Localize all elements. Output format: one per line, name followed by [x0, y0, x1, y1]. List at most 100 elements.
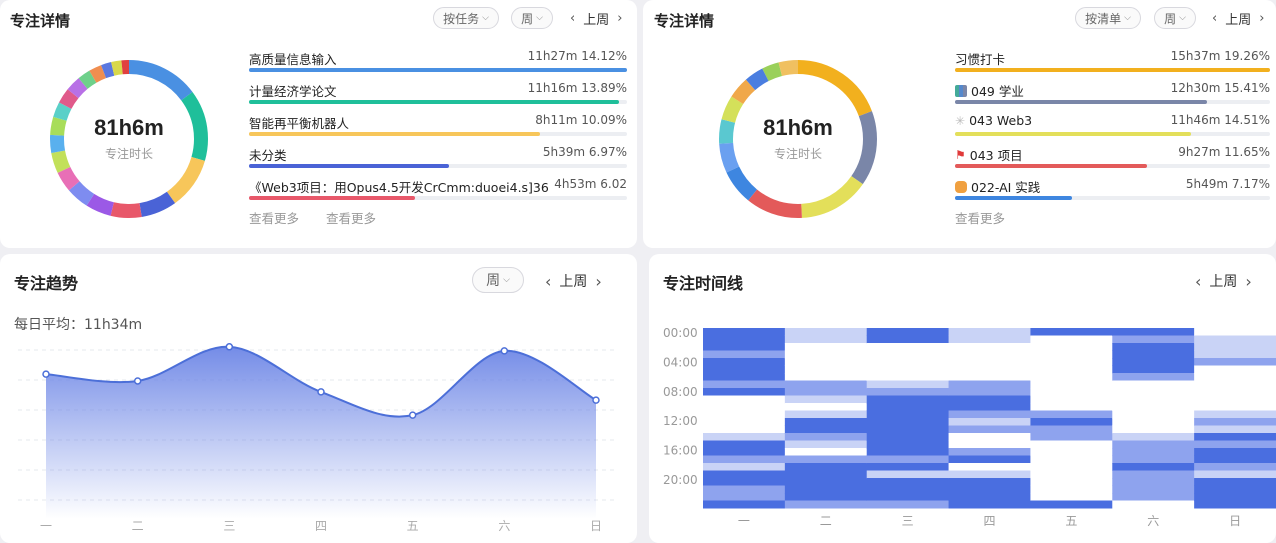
- list-item[interactable]: 高质量信息输入 11h27m 14.12%: [249, 49, 627, 81]
- timeline-cell: [866, 418, 950, 426]
- timeline-cell: [866, 388, 950, 396]
- timeline-cell: [1194, 463, 1276, 471]
- x-tick-label: 四: [983, 514, 995, 528]
- timeline-cell: [866, 470, 950, 479]
- chevron-right-icon[interactable]: ›: [617, 11, 622, 26]
- timeline-cell: [948, 418, 1031, 426]
- group-by-task-dropdown[interactable]: 按任务 ⌵: [433, 7, 499, 29]
- list-item[interactable]: ✳ 043 Web3 11h46m 14.51%: [955, 113, 1270, 145]
- timeline-cell: [948, 343, 1031, 351]
- timeline-cell: [784, 395, 868, 404]
- x-tick-label: 二: [820, 514, 832, 528]
- view-more-link[interactable]: 查看更多: [249, 208, 299, 227]
- timeline-cell: [1112, 365, 1195, 374]
- timeline-cell: [1194, 470, 1276, 479]
- timeline-cell: [703, 365, 786, 374]
- list-item[interactable]: 计量经济学论文 11h16m 13.89%: [249, 81, 627, 113]
- list-item[interactable]: 习惯打卡 15h37m 19.26%: [955, 49, 1270, 81]
- view-more-link[interactable]: 查看更多: [955, 208, 1005, 227]
- timeline-cell: [703, 463, 786, 471]
- progress-track: [249, 68, 627, 72]
- item-stat: 4h53m 6.02: [550, 177, 627, 191]
- timeline-cell: [866, 425, 950, 434]
- timeline-cell: [784, 500, 868, 509]
- timeline-cell: [703, 328, 786, 336]
- timeline-cell: [866, 478, 950, 486]
- timeline-cell: [1112, 418, 1195, 426]
- timeline-cell: [703, 470, 786, 479]
- timeline-cell: [866, 343, 950, 351]
- timeline-cell: [703, 478, 786, 486]
- item-stat: 9h27m 11.65%: [1178, 145, 1270, 159]
- flag-icon: ⚑: [955, 147, 966, 162]
- timeline-cell: [1194, 373, 1276, 381]
- sparkle-icon: ✳: [955, 113, 966, 128]
- chevron-left-icon[interactable]: ‹: [570, 11, 575, 26]
- period-nav: ‹ 上周 ›: [1212, 9, 1264, 28]
- x-tick-label: 一: [40, 519, 52, 533]
- trend-point[interactable]: [408, 411, 417, 419]
- progress-fill: [249, 164, 450, 168]
- timeline-cell: [948, 463, 1031, 471]
- list-item[interactable]: 智能再平衡机器人 8h11m 10.09%: [249, 113, 627, 145]
- list-item[interactable]: 《Web3项目：用Opus4.5开发CrCmm:duoei4.s]3635...…: [249, 177, 627, 209]
- group-by-list-dropdown[interactable]: 按清单 ⌵: [1075, 7, 1141, 29]
- timeline-cell: [1112, 358, 1195, 366]
- timeline-cell: [1194, 425, 1276, 434]
- donut-center: 81h6m 专注时长: [44, 115, 214, 162]
- timeline-cell: [948, 425, 1031, 434]
- period-dropdown[interactable]: 周 ⌵: [511, 7, 553, 29]
- timeline-cell: [1030, 478, 1113, 486]
- timeline-cell: [866, 463, 950, 471]
- timeline-cell: [784, 380, 868, 389]
- dropdown-label: 周: [1164, 11, 1177, 26]
- timeline-cell: [1194, 455, 1276, 464]
- timeline-cell: [1194, 350, 1276, 359]
- timeline-cell: [1112, 463, 1195, 471]
- progress-fill: [955, 68, 1270, 72]
- list-item[interactable]: ⚑ 043 项目 9h27m 11.65%: [955, 145, 1270, 177]
- item-stat: 8h11m 10.09%: [535, 113, 627, 127]
- timeline-cell: [784, 328, 868, 336]
- dropdown-label: 周: [521, 11, 534, 26]
- timeline-cell: [948, 365, 1031, 374]
- timeline-cell: [703, 335, 786, 344]
- x-tick-label: 日: [590, 519, 602, 533]
- trend-point[interactable]: [225, 343, 234, 351]
- trend-point[interactable]: [592, 396, 600, 404]
- chevron-left-icon[interactable]: ‹: [1212, 11, 1217, 26]
- y-tick-label: 20:00: [663, 473, 698, 487]
- timeline-cell: [1030, 433, 1113, 441]
- list-item[interactable]: 022-AI 实践 5h49m 7.17%: [955, 177, 1270, 209]
- dropdown-label: 按任务: [443, 11, 480, 26]
- item-name: 智能再平衡机器人: [249, 116, 350, 131]
- progress-track: [249, 164, 627, 168]
- list-item[interactable]: 未分类 5h39m 6.97%: [249, 145, 627, 177]
- timeline-cell: [1030, 455, 1113, 464]
- trend-area: [46, 346, 596, 519]
- trend-point[interactable]: [42, 370, 50, 378]
- timeline-cell: [866, 373, 950, 381]
- timeline-cell: [1112, 388, 1195, 396]
- timeline-cell: [703, 410, 786, 419]
- timeline-cell: [703, 455, 786, 464]
- trend-point[interactable]: [500, 347, 509, 355]
- timeline-cell: [866, 358, 950, 366]
- timeline-cell: [866, 350, 950, 359]
- timeline-cell: [866, 455, 950, 464]
- trend-point[interactable]: [317, 388, 325, 396]
- trend-point[interactable]: [133, 377, 142, 385]
- timeline-cell: [948, 500, 1031, 509]
- timeline-cell: [866, 395, 950, 404]
- period-dropdown[interactable]: 周 ⌵: [1154, 7, 1196, 29]
- timeline-cell: [948, 478, 1031, 486]
- item-name: 计量经济学论文: [249, 84, 337, 99]
- chevron-right-icon[interactable]: ›: [1259, 11, 1264, 26]
- view-more-link[interactable]: 查看更多: [326, 208, 376, 227]
- timeline-cell: [784, 478, 868, 486]
- timeline-cell: [1030, 425, 1113, 434]
- books-icon: [955, 84, 967, 97]
- trend-area-chart: 一二三四五六日: [18, 343, 618, 533]
- list-item[interactable]: 049 学业 12h30m 15.41%: [955, 81, 1270, 113]
- item-name: 高质量信息输入: [249, 52, 337, 67]
